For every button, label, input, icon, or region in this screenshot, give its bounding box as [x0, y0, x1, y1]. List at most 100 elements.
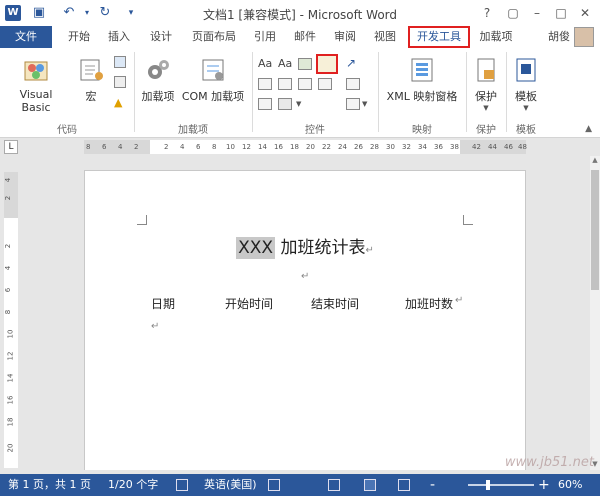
group-label-addins: 加载项: [178, 125, 208, 136]
web-layout-icon[interactable]: [398, 479, 410, 491]
checkbox-control-icon[interactable]: [258, 78, 272, 90]
tab-page-layout[interactable]: 页面布局: [184, 26, 244, 48]
xml-mapping-pane-button[interactable]: XML 映射窗格: [382, 56, 462, 104]
document-page[interactable]: XXX 加班统计表↵ ↵ 日期 开始时间 结束时间 加班时数 ↵ ↵: [84, 170, 526, 470]
design-mode-icon[interactable]: ↗: [346, 56, 360, 70]
paragraph-mark: ↵: [301, 271, 310, 282]
column-overtime-hours: 加班时数: [405, 297, 454, 311]
ruler-ticks: 8 6 4 2 2 4 6 8 10 12 14 16 18 20 22 24 …: [86, 143, 527, 151]
chevron-down-icon[interactable]: ▼: [296, 100, 301, 108]
com-addins-icon: [199, 56, 227, 84]
building-block-gallery-control-icon[interactable]: [316, 54, 338, 74]
column-start-time: 开始时间: [225, 297, 274, 311]
tab-view[interactable]: 视图: [368, 26, 402, 48]
scroll-up-icon[interactable]: ▲: [590, 156, 600, 166]
tab-home[interactable]: 开始: [62, 26, 96, 48]
tab-selector[interactable]: L: [4, 140, 18, 154]
tab-addins[interactable]: 加载项: [474, 26, 518, 48]
addins-button[interactable]: 加载项: [140, 56, 176, 104]
ribbon-developer: Visual Basic 宏 ▲ 代码 加载项 COM 加载项 加载项 Aa A…: [0, 48, 600, 138]
dropdown-list-control-icon[interactable]: [298, 78, 312, 90]
record-macro-icon[interactable]: [114, 56, 126, 68]
macros-button[interactable]: 宏: [76, 56, 106, 104]
close-button[interactable]: ✕: [574, 3, 596, 23]
tab-insert[interactable]: 插入: [102, 26, 136, 48]
collapse-ribbon-icon[interactable]: ▲: [585, 124, 592, 134]
tab-references[interactable]: 引用: [248, 26, 282, 48]
tab-developer[interactable]: 开发工具: [408, 26, 470, 48]
vertical-scrollbar[interactable]: ▲ ▼: [590, 156, 600, 470]
repeating-section-control-icon[interactable]: [258, 98, 272, 110]
date-picker-control-icon[interactable]: [318, 78, 332, 90]
ribbon-tabs: 文件 开始 插入 设计 页面布局 引用 邮件 审阅 视图 开发工具 加载项 胡俊: [0, 26, 600, 48]
horizontal-ruler[interactable]: 8 6 4 2 2 4 6 8 10 12 14 16 18 20 22 24 …: [84, 140, 527, 154]
document-area[interactable]: XXX 加班统计表↵ ↵ 日期 开始时间 结束时间 加班时数 ↵ ↵: [22, 156, 590, 470]
column-end-time: 结束时间: [311, 297, 360, 311]
visual-basic-icon: [22, 56, 50, 84]
group-label-protect: 保护: [476, 125, 496, 136]
group-label-mapping: 映射: [412, 125, 432, 136]
plain-text-content-control-button[interactable]: Aa: [278, 57, 292, 70]
watermark: www.jb51.net: [504, 455, 594, 470]
picture-control-icon[interactable]: [298, 58, 312, 70]
highlighted-text[interactable]: XXX: [236, 237, 276, 259]
document-lock-icon: [472, 56, 500, 84]
document-title[interactable]: XXX 加班统计表↵: [85, 233, 525, 259]
visual-basic-button[interactable]: Visual Basic: [4, 56, 68, 114]
help-button[interactable]: ?: [476, 3, 498, 23]
group-controls-icon[interactable]: [346, 98, 360, 110]
paragraph-mark: ↵: [151, 321, 160, 332]
user-name[interactable]: 胡俊: [548, 26, 570, 48]
pause-recording-icon[interactable]: [114, 76, 126, 88]
tab-design[interactable]: 设计: [144, 26, 178, 48]
zoom-out-button[interactable]: -: [430, 474, 435, 496]
xml-mapping-icon: [408, 56, 436, 84]
crop-mark: [463, 215, 473, 225]
scroll-thumb[interactable]: [591, 170, 599, 290]
title-bar: W ▣ ↶ ▾ ↻ ▾ 文档1 [兼容模式] - Microsoft Word …: [0, 0, 600, 26]
status-bar: 第 1 页，共 1 页 1/20 个字 英语(美国) - + 60%: [0, 474, 600, 496]
crop-mark: [137, 215, 147, 225]
group-separator: [252, 52, 253, 132]
maximize-button[interactable]: □: [550, 3, 572, 23]
macro-record-icon[interactable]: [268, 479, 280, 491]
rich-text-content-control-button[interactable]: Aa: [258, 57, 272, 70]
ribbon-display-options-button[interactable]: ▢: [502, 3, 524, 23]
zoom-slider-thumb[interactable]: [486, 480, 490, 490]
zoom-in-button[interactable]: +: [538, 474, 550, 496]
title-text: 加班统计表: [275, 238, 366, 258]
proofing-icon[interactable]: [176, 479, 188, 491]
print-layout-icon[interactable]: [364, 479, 376, 491]
page-count[interactable]: 第 1 页，共 1 页: [8, 474, 91, 496]
legacy-tools-icon[interactable]: [278, 98, 292, 110]
group-label-controls: 控件: [305, 125, 325, 136]
chevron-down-icon[interactable]: ▼: [362, 100, 367, 108]
macros-icon: [77, 56, 105, 84]
group-label-code: 代码: [57, 125, 77, 136]
group-separator: [134, 52, 135, 132]
zoom-level[interactable]: 60%: [558, 474, 582, 496]
properties-icon[interactable]: [346, 78, 360, 90]
word-count[interactable]: 1/20 个字: [108, 474, 158, 496]
paragraph-mark: ↵: [455, 295, 464, 306]
template-icon: [512, 56, 540, 84]
group-separator: [466, 52, 467, 132]
group-separator: [378, 52, 379, 132]
paragraph-mark: ↵: [365, 245, 374, 256]
combo-box-control-icon[interactable]: [278, 78, 292, 90]
tab-review[interactable]: 审阅: [328, 26, 362, 48]
tab-file[interactable]: 文件: [0, 26, 52, 48]
macro-security-icon[interactable]: ▲: [114, 96, 126, 109]
avatar[interactable]: [574, 27, 594, 47]
vertical-ruler[interactable]: 4 2 2 4 6 8 10 12 14 16 18 20: [4, 172, 18, 468]
template-button[interactable]: 模板 ▼: [510, 56, 542, 112]
com-addins-button[interactable]: COM 加载项: [180, 56, 246, 104]
language[interactable]: 英语(美国): [204, 474, 257, 496]
zoom-slider[interactable]: [468, 484, 534, 486]
group-separator: [506, 52, 507, 132]
read-mode-icon[interactable]: [328, 479, 340, 491]
horizontal-ruler-row: L 8 6 4 2 2 4 6 8 10 12 14 16 18 20 22 2…: [0, 138, 600, 156]
minimize-button[interactable]: –: [526, 3, 548, 23]
protect-button[interactable]: 保护 ▼: [470, 56, 502, 112]
tab-mailings[interactable]: 邮件: [288, 26, 322, 48]
